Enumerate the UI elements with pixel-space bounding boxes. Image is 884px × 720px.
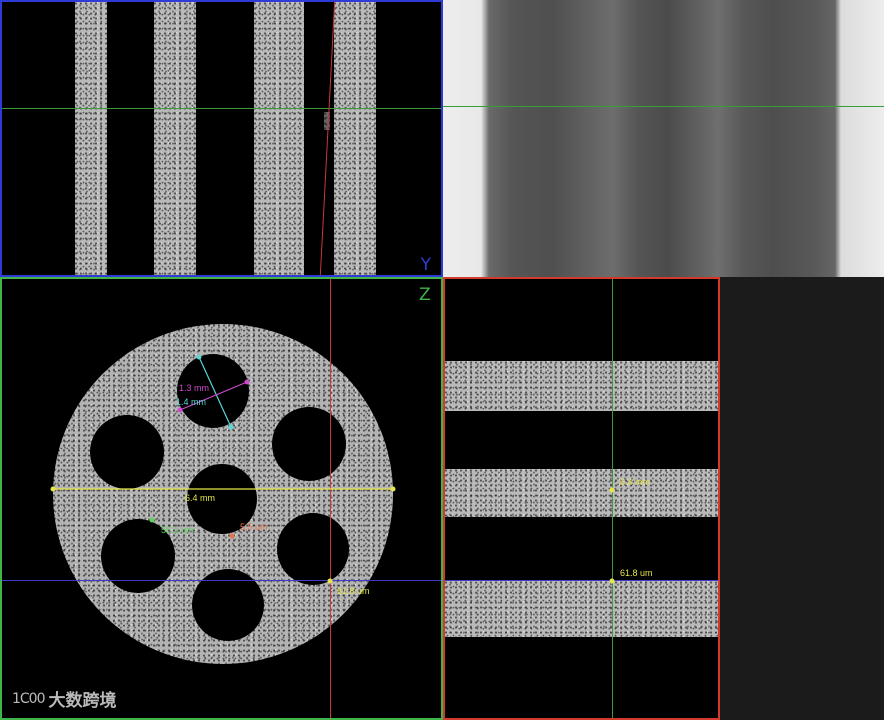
watermark-text: 大数跨境 (48, 691, 117, 711)
sample-strip (445, 469, 718, 517)
crosshair-horizontal[interactable] (2, 108, 441, 109)
y-slice-view[interactable]: Y (0, 0, 443, 277)
diameter-label: 6.4 mm (185, 493, 216, 503)
crosshair-horizontal[interactable] (445, 580, 718, 581)
sample-strip (445, 581, 718, 637)
watermark-logo: 1C00 (12, 690, 45, 707)
measure-point (609, 578, 615, 584)
wall-measure-point (149, 517, 155, 523)
crosshair-horizontal[interactable] (443, 106, 884, 107)
wall-thickness-label-3: 61.8 um (337, 586, 370, 596)
measure-endpoint (228, 424, 234, 430)
measure-point (609, 487, 615, 493)
measure-endpoint (196, 354, 202, 360)
projection-view[interactable] (443, 0, 884, 277)
x-slice-view[interactable]: 6.4 mm 61.8 um (443, 277, 720, 720)
measure-endpoint (244, 379, 250, 385)
sample-strip (334, 2, 376, 275)
hole-diameter-label-1: 1.3 mm (179, 383, 210, 393)
axis-label-y: Y (420, 255, 431, 275)
wall-thickness-label-2: 5.5 um (240, 522, 268, 532)
wall-thickness-label-1: 55.1 um (161, 525, 194, 535)
hole-diameter-label-2: 1.4 mm (176, 397, 207, 407)
wall-measure-point (327, 578, 333, 584)
crosshair-vertical[interactable] (612, 279, 613, 718)
measure-endpoint (390, 486, 396, 492)
measurement-overlay (50, 354, 396, 584)
length-label: 6.4 mm (620, 477, 651, 487)
sample-strip (75, 2, 107, 275)
measure-endpoint (50, 486, 56, 492)
measure-endpoint (177, 407, 183, 413)
watermark: 1C00 大数跨境 (12, 686, 117, 712)
wall-measure-point (229, 533, 235, 539)
empty-panel (720, 277, 884, 720)
axis-label-z: Z (419, 285, 431, 305)
wall-thickness-label: 61.8 um (620, 568, 653, 578)
z-slice-view[interactable]: 1.3 mm 1.4 mm 6.4 mm 55.1 um 5.5 um 61.8… (0, 277, 443, 720)
sample-strip (445, 361, 718, 411)
crosshair-vertical[interactable] (319, 2, 336, 275)
sample-strip (154, 2, 196, 275)
sample-strip (254, 2, 304, 275)
